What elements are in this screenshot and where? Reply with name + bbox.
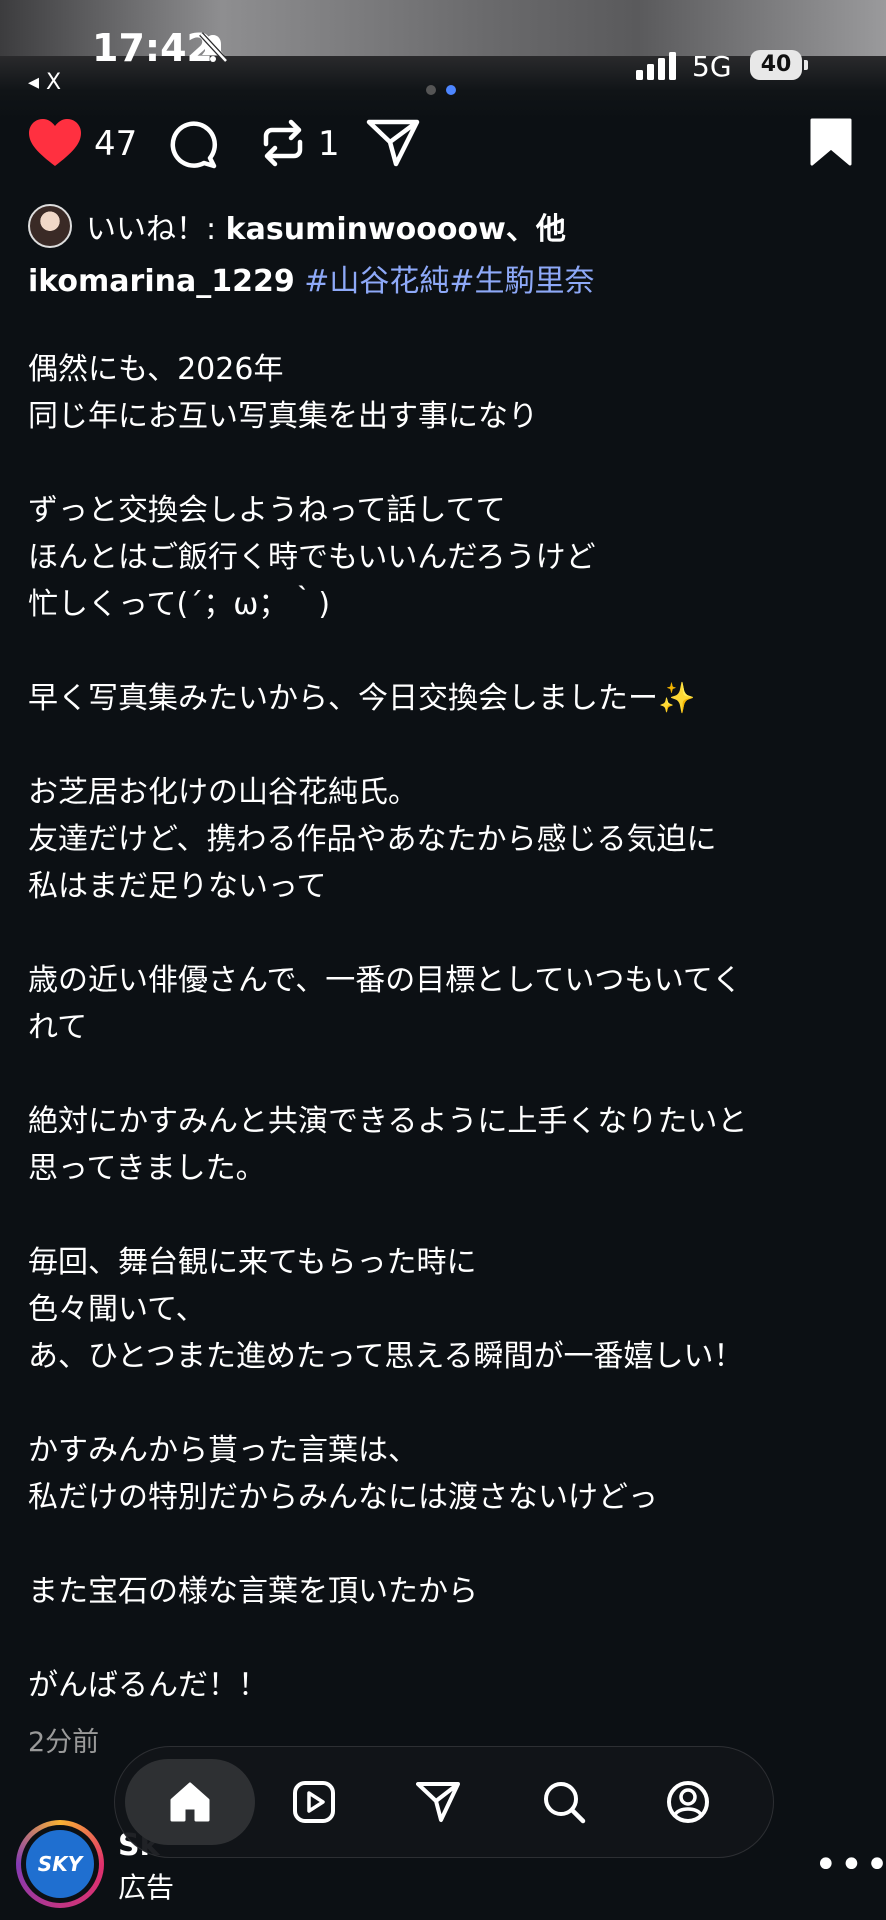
caption-line: れて [28,1010,88,1045]
nav-reels[interactable] [249,1759,379,1845]
caption-line: 早く写真集みたいから、今日交換会しましたー✨ [28,681,696,716]
reels-icon [293,1781,335,1823]
bottom-nav [114,1746,774,1858]
post-timestamp: 2分前 [28,1727,100,1758]
nav-profile[interactable] [623,1759,753,1845]
caption-line: かすみんから貰った言葉は、 [28,1433,418,1468]
liked-by-prefix: いいね！: [86,212,226,247]
network-type: 5G [692,50,732,83]
more-options-icon[interactable]: ••• [814,1842,886,1888]
heart-icon [29,119,81,166]
liked-by-user[interactable]: kasuminwoooow、他 [226,212,566,247]
share-button[interactable] [366,118,420,168]
liked-by-row[interactable]: いいね！: kasuminwoooow、他 [28,204,566,248]
profile-icon [667,1781,709,1823]
carousel-dot-active [446,85,456,95]
bookmark-icon [810,118,852,166]
battery-indicator: 40 [750,50,808,80]
caption-line: 忙しくって(´；ω；｀) [28,587,331,622]
caption-line: ほんとはご飯行く時でもいいんだろうけど [28,540,596,575]
send-icon [366,119,420,167]
caption-line: ずっと交換会しようねって話してて [28,493,506,528]
caption-line: がんばるんだ！！ [28,1668,268,1703]
caption-line: 私だけの特別だからみんなには渡さないけどっ [28,1480,658,1515]
sky-logo: SKY [26,1830,94,1898]
sponsor-avatar-ring: SKY [21,1825,99,1903]
nav-messages[interactable] [373,1759,503,1845]
sponsored-label: 広告 [118,1871,175,1904]
liker-avatar [28,204,72,248]
liked-by-text: いいね！: kasuminwoooow、他 [86,204,566,248]
likes-count[interactable]: 47 [94,124,137,164]
caption-header: ikomarina_1229 #山谷花純#生駒里奈 [28,256,595,300]
caption-line: 偶然にも、2026年 [28,352,284,387]
like-button[interactable] [28,118,82,168]
carousel-dot [426,85,436,95]
caption-line: 毎回、舞台観に来てもらった時に [28,1245,477,1280]
comment-button[interactable] [166,118,218,170]
caption-body: 偶然にも、2026年同じ年にお互い写真集を出す事になり ずっと交換会しようねって話… [28,346,868,1709]
caption-line: 友達だけど、携わる作品やあなたから感じる気迫に [28,822,717,857]
repost-button[interactable] [258,118,308,168]
caption-line: 色々聞いて、 [28,1292,206,1327]
status-time: 17:42 [92,26,213,70]
caption-line: あ、ひとつまた進めたって思える瞬間が一番嬉しい！ [28,1339,744,1374]
bell-off-icon [199,32,228,63]
save-button[interactable] [810,118,852,166]
caption-line: 絶対にかすみんと共演できるように上手くなりたいと [28,1104,748,1139]
caption-line: また宝石の様な言葉を頂いたから [28,1574,478,1609]
back-to-app-button[interactable]: ◂ X [28,70,61,95]
post-actions: 47 1 [0,118,886,178]
hashtags[interactable]: #山谷花純#生駒里奈 [295,264,594,299]
caption-line: 思ってきました。 [28,1151,266,1186]
sponsor-avatar[interactable]: SKY [16,1820,104,1908]
caption-line: 歳の近い俳優さんで、一番の目標としていつもいてく [28,963,742,998]
caption-line: 私はまだ足りないって [28,869,327,904]
nav-search[interactable] [499,1759,629,1845]
post-username[interactable]: ikomarina_1229 [28,264,295,299]
comment-icon [170,121,218,169]
signal-icon [636,52,676,80]
caption-line: お芝居お化けの山谷花純氏。 [28,775,418,810]
caption-line: 同じ年にお互い写真集を出す事になり [28,399,538,434]
search-icon [544,1782,586,1824]
repost-icon [263,119,303,167]
reposts-count[interactable]: 1 [318,124,340,164]
home-icon [170,1782,210,1822]
carousel-indicator [426,80,466,99]
send-icon [416,1782,460,1822]
nav-home[interactable] [125,1759,255,1845]
